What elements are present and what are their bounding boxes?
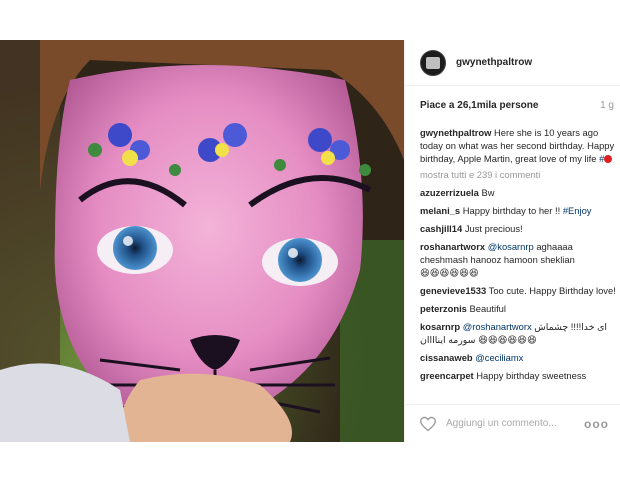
comments-list: gwynethpaltrow Here she is 10 years ago … (420, 126, 616, 387)
comment-item: kosarnrp @roshanartworx ای خدا!!!! چشماش… (420, 320, 616, 346)
comment-mention[interactable]: @ceciliamx (475, 352, 523, 363)
avatar[interactable] (420, 49, 446, 76)
comment-username[interactable]: peterzonis (420, 303, 467, 314)
comment-text: Too cute. Happy Birthday love! (488, 285, 616, 296)
comment-username[interactable]: cashjill14 (420, 223, 462, 234)
more-options-icon[interactable]: ooo (584, 417, 609, 431)
comment-text: Bw (481, 187, 495, 198)
likes-count[interactable]: Piace a 26,1mila persone (420, 100, 538, 111)
comment-bar: Aggiungi un commento... ooo (405, 404, 620, 442)
comment-item: melani_s Happy birthday to her !! #Enjoy (420, 204, 616, 217)
comment-username[interactable]: greencarpet (420, 370, 474, 381)
comment-text: Beautiful (469, 303, 506, 314)
comment-username[interactable]: melani_s (420, 205, 460, 216)
comment-item: cashjill14 Just precious! (420, 222, 616, 235)
comment-text: Happy birthday sweetness (476, 370, 587, 381)
comment-item: genevieve1533 Too cute. Happy Birthday l… (420, 284, 616, 297)
comment-username[interactable]: kosarnrp (420, 321, 460, 332)
comment-text: Happy birthday to her !! (462, 205, 561, 216)
post-username[interactable]: gwynethpaltrow (456, 57, 532, 68)
add-comment-input[interactable]: Aggiungi un commento... (446, 418, 584, 429)
likes-row: Piace a 26,1mila persone 1 g (420, 100, 614, 111)
comment-username[interactable]: genevieve1533 (420, 285, 486, 296)
show-all-comments-link[interactable]: mostra tutti e 239 i commenti (420, 168, 616, 181)
comment-item: roshanartworx @kosarnrp aghaaaa cheshmas… (420, 240, 616, 279)
post-side-panel: gwynethpaltrow Piace a 26,1mila persone … (404, 40, 620, 442)
comment-mention[interactable]: @kosarnrp (488, 241, 534, 252)
comment-username[interactable]: roshanartworx (420, 241, 485, 252)
caption: gwynethpaltrow Here she is 10 years ago … (420, 126, 616, 165)
comment-username[interactable]: cissanaweb (420, 352, 473, 363)
comment-mention[interactable]: @roshanartworx (463, 321, 532, 332)
comment-item: greencarpet Happy birthday sweetness (420, 369, 616, 382)
heart-outline-icon[interactable] (419, 416, 437, 432)
red-balloon-emoji-icon (604, 155, 613, 163)
face-paint-photo (0, 40, 404, 442)
comment-emoji: 😆😆😆😆😆😆 (478, 334, 537, 345)
comment-emoji: 😆😆😆😆😆😆 (420, 267, 479, 278)
post-age: 1 g (600, 100, 614, 111)
comment-item: peterzonis Beautiful (420, 302, 616, 315)
comment-username[interactable]: azuzerrizuela (420, 187, 479, 198)
comment-hashtag[interactable]: #Enjoy (563, 205, 592, 216)
post-header: gwynethpaltrow (405, 40, 620, 86)
comment-item: cissanaweb @ceciliamx (420, 351, 616, 364)
caption-username[interactable]: gwynethpaltrow (420, 127, 491, 138)
instagram-post-modal: gwynethpaltrow Piace a 26,1mila persone … (0, 40, 620, 442)
comment-item: azuzerrizuela Bw (420, 186, 616, 199)
comment-text: Just precious! (464, 223, 523, 234)
post-photo[interactable] (0, 40, 404, 442)
